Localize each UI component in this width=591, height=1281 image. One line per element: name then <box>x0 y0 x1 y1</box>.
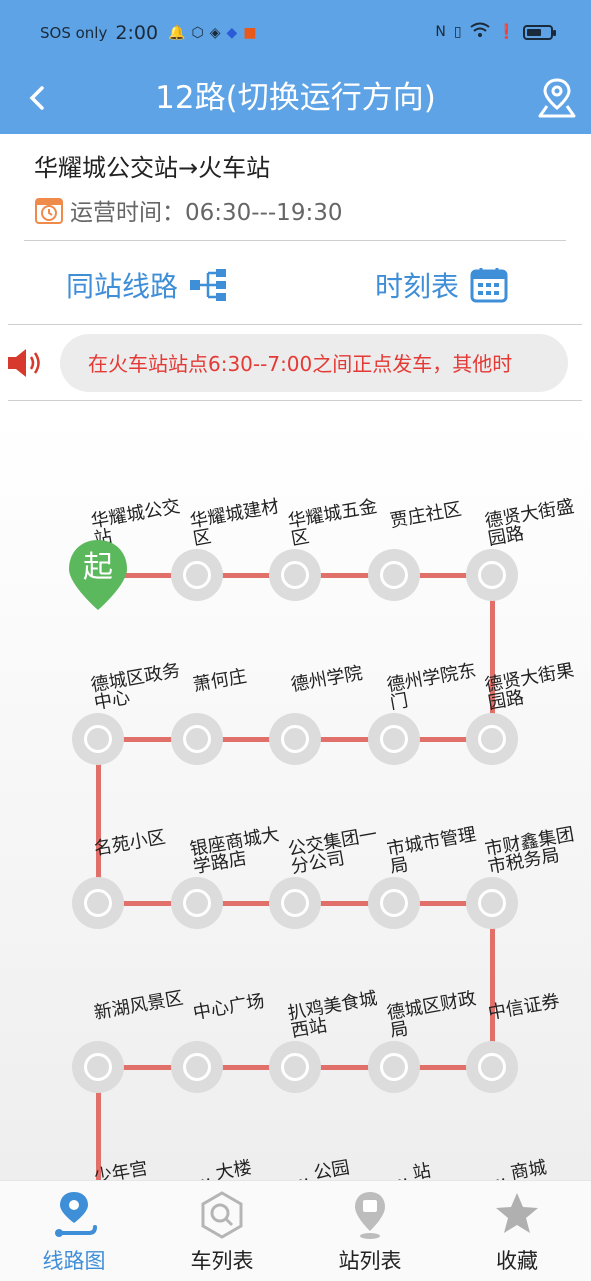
stop-label[interactable]: 德城区政务中心 <box>89 660 197 714</box>
status-left: SOS only 2:00 🔔 ⬡ ◈ ◆ ■ <box>40 22 257 44</box>
divider <box>8 324 582 325</box>
star-icon <box>496 1193 538 1233</box>
nav-label: 站列表 <box>338 1249 402 1273</box>
calendar-icon <box>470 268 508 303</box>
stop-node[interactable] <box>368 877 420 929</box>
stop-label[interactable]: 贾庄社区 <box>389 496 493 532</box>
status-right: N ▯ ❗ <box>435 22 556 42</box>
operating-time-text: 运营时间：06:30---19:30 <box>70 200 343 226</box>
running-app-icon: ■ <box>243 25 257 41</box>
battery-icon <box>523 24 556 40</box>
stop-label[interactable]: 名苑小区 <box>93 824 197 860</box>
bell-icon: 🔔 <box>168 25 186 41</box>
clock-time: 2:00 <box>115 22 159 44</box>
notice-marquee: 在火车站站点6:30--7:00之间正点发车，其他时 <box>60 334 568 392</box>
stop-label[interactable]: 德贤大街果园路 <box>483 660 591 714</box>
map-button[interactable] <box>537 76 577 120</box>
start-label: 起 <box>83 550 113 585</box>
stop-label[interactable]: 中信证券 <box>487 988 591 1024</box>
status-bar: SOS only 2:00 🔔 ⬡ ◈ ◆ ■ N ▯ ❗ <box>0 0 591 66</box>
route-icon <box>55 1192 97 1237</box>
stop-label[interactable]: 德州学院 <box>290 660 394 696</box>
nav-stop-list[interactable]: 站列表 <box>310 1189 430 1275</box>
stop-node[interactable] <box>269 877 321 929</box>
page-title[interactable]: 12路(切换运行方向) <box>0 78 591 118</box>
bus-stop-icon <box>355 1192 385 1239</box>
stop-node[interactable] <box>466 1041 518 1093</box>
route-map: 华耀城公交站 华耀城建材区 华耀城五金区 贾庄社区 德贤大街盛园路 德城区政务中心 萧何庄德… <box>0 402 591 1180</box>
stop-label[interactable]: ... 商城 <box>487 1152 591 1180</box>
stop-label[interactable]: ... 公园 <box>290 1152 394 1180</box>
search-hex-icon <box>201 1191 243 1239</box>
shield-icon: ◈ <box>209 25 221 41</box>
stop-node[interactable] <box>368 1041 420 1093</box>
stop-label[interactable]: 德州学院东门 <box>385 660 493 714</box>
stop-node[interactable] <box>466 877 518 929</box>
stop-label[interactable]: 市财鑫集团市税务局 <box>483 824 591 878</box>
timetable-label: 时刻表 <box>375 270 460 303</box>
speaker-icon <box>8 349 40 377</box>
stop-label[interactable]: 少年宫 <box>93 1152 197 1180</box>
nfc-icon: N <box>435 24 446 40</box>
stop-label[interactable]: 市城市管理局 <box>385 824 493 878</box>
stop-label[interactable]: 萧何庄 <box>192 660 296 696</box>
stop-node[interactable] <box>466 713 518 765</box>
stop-label[interactable]: 中心广场 <box>192 988 296 1024</box>
map-pin-icon <box>538 78 576 118</box>
same-stop-lines-label: 同站线路 <box>66 270 179 303</box>
stop-label[interactable]: 德贤大街盛园路 <box>483 496 591 550</box>
stop-label[interactable]: ... 大楼 <box>192 1152 296 1180</box>
nav-route-map[interactable]: 线路图 <box>14 1189 134 1275</box>
stop-node[interactable] <box>72 877 124 929</box>
nav-vehicle-list[interactable]: 车列表 <box>162 1189 282 1275</box>
share-tree-icon <box>190 269 227 301</box>
stop-label[interactable]: 德城区财政局 <box>385 988 493 1042</box>
title-bar: 12路(切换运行方向) <box>0 66 591 134</box>
notice-text: 在火车站站点6:30--7:00之间正点发车，其他时 <box>88 352 513 376</box>
timetable-link[interactable]: 时刻表 <box>375 265 509 305</box>
stop-node[interactable] <box>269 1041 321 1093</box>
stop-label[interactable]: ... 站 <box>389 1152 493 1180</box>
nav-favorites[interactable]: 收藏 <box>457 1189 577 1275</box>
stop-node[interactable] <box>171 713 223 765</box>
stop-label[interactable]: 银座商城大学路店 <box>188 824 296 878</box>
stop-node[interactable] <box>171 1041 223 1093</box>
divider <box>8 400 582 401</box>
same-stop-lines-link[interactable]: 同站线路 <box>66 265 228 305</box>
stop-node[interactable] <box>368 713 420 765</box>
cube-icon: ⬡ <box>191 25 204 41</box>
divider <box>24 240 566 241</box>
nav-label: 线路图 <box>42 1249 106 1273</box>
stop-node[interactable] <box>171 877 223 929</box>
stop-node[interactable] <box>466 549 518 601</box>
stop-node[interactable] <box>72 713 124 765</box>
stop-label[interactable]: 公交集团一分公司 <box>286 824 394 878</box>
stop-label[interactable]: 新湖风景区 <box>93 988 197 1024</box>
clock-calendar-icon <box>35 198 63 224</box>
stop-node[interactable] <box>368 549 420 601</box>
nav-label: 车列表 <box>190 1249 254 1273</box>
vibrate-icon: ▯ <box>453 24 462 40</box>
stop-node[interactable] <box>269 713 321 765</box>
bird-app-icon: ◆ <box>226 25 238 41</box>
stop-label[interactable]: 扒鸡美食城西站 <box>286 988 394 1042</box>
start-marker: 起 <box>66 538 130 612</box>
carrier-text: SOS only <box>40 24 108 42</box>
wifi-icon <box>469 22 490 42</box>
alert-icon: ❗ <box>497 24 515 40</box>
stop-node[interactable] <box>72 1041 124 1093</box>
route-direction: 华耀城公交站→火车站 <box>34 154 271 182</box>
stop-label[interactable]: 华耀城五金区 <box>286 496 394 550</box>
operating-time: 运营时间：06:30---19:30 <box>34 193 342 227</box>
stop-node[interactable] <box>269 549 321 601</box>
stop-label[interactable]: 华耀城建材区 <box>188 496 296 550</box>
nav-label: 收藏 <box>496 1249 538 1273</box>
bottom-nav: 线路图 车列表 站列表 收藏 <box>0 1180 591 1281</box>
stop-node[interactable] <box>171 549 223 601</box>
